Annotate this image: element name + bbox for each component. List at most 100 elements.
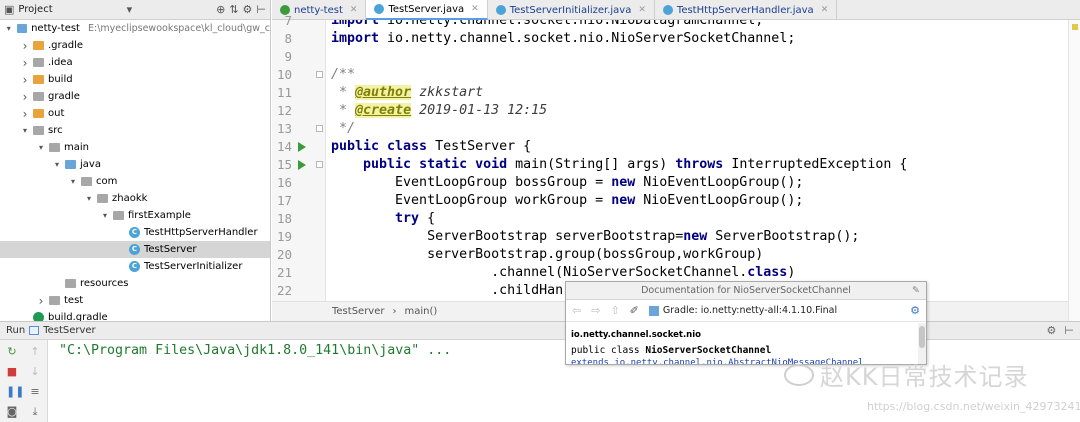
close-icon[interactable]: ✕ bbox=[471, 4, 479, 14]
soft-wrap-icon[interactable]: ≡ bbox=[29, 386, 41, 398]
tree-item-firstexample[interactable]: ▾ firstExample bbox=[0, 207, 270, 224]
chevron-right-icon[interactable]: › bbox=[20, 56, 30, 70]
tree-item-gradle[interactable]: › gradle bbox=[0, 88, 270, 105]
gear-icon[interactable]: ⚙ bbox=[910, 304, 920, 317]
gear-icon[interactable]: ⚙ bbox=[243, 3, 253, 16]
chevron-down-icon[interactable]: ▾ bbox=[4, 24, 14, 33]
code-line[interactable]: /** bbox=[331, 66, 355, 84]
pause-icon[interactable]: ❚❚ bbox=[6, 386, 24, 398]
code-line[interactable]: public static void main(String[] args) t… bbox=[331, 156, 907, 174]
tree-item-label: TestServerInitializer bbox=[144, 261, 243, 272]
run-gutter-icon[interactable] bbox=[298, 142, 306, 152]
collapse-all-icon[interactable]: ⇅ bbox=[229, 3, 238, 16]
gradle-icon bbox=[33, 312, 44, 321]
tree-item-com[interactable]: ▾ com bbox=[0, 173, 270, 190]
code-line[interactable]: import io.netty.channel.socket.nio.NioSe… bbox=[331, 30, 795, 48]
chevron-right-icon[interactable]: › bbox=[36, 294, 46, 308]
close-icon[interactable]: ✕ bbox=[350, 5, 358, 15]
folder-icon bbox=[49, 143, 60, 152]
tree-item-netty-test[interactable]: ▾ netty-test E:\myeclipsewookspace\kl_clou… bbox=[0, 20, 270, 37]
chevron-down-icon[interactable]: ▾ bbox=[84, 194, 94, 203]
chevron-down-icon[interactable]: ▾ bbox=[52, 160, 62, 169]
watermark: 赵KK日常技术记录 bbox=[784, 357, 1028, 392]
tab-testserverinitializer[interactable]: TestServerInitializer.java ✕ bbox=[488, 0, 655, 20]
tree-item-src[interactable]: ▾ src bbox=[0, 122, 270, 139]
edit-source-icon[interactable]: ✐ bbox=[630, 304, 639, 317]
chevron-right-icon[interactable]: › bbox=[20, 107, 30, 121]
back-arrow-icon[interactable]: ⇦ bbox=[572, 304, 581, 317]
up-arrow-icon[interactable]: ↑ bbox=[29, 346, 41, 358]
chevron-down-icon: ▾ bbox=[126, 3, 133, 16]
tree-item-resources[interactable]: resources bbox=[0, 275, 270, 292]
tab-testhttpserverhandler[interactable]: TestHttpServerHandler.java ✕ bbox=[655, 0, 838, 20]
folder-icon bbox=[33, 92, 44, 101]
tree-item-gradle[interactable]: › .gradle bbox=[0, 37, 270, 54]
tab-testserver[interactable]: TestServer.java ✕ bbox=[366, 0, 488, 20]
line-number: 22 bbox=[276, 283, 292, 298]
doc-signature: public class NioServerSocketChannel bbox=[566, 340, 926, 356]
hide-icon[interactable]: ⊢ bbox=[1064, 324, 1074, 337]
tree-item-testserver[interactable]: C TestServer bbox=[0, 241, 270, 258]
fold-icon[interactable] bbox=[316, 161, 323, 168]
warning-marker-icon[interactable] bbox=[1072, 24, 1078, 30]
up-arrow-icon[interactable]: ⇧ bbox=[610, 304, 619, 317]
code-line[interactable]: import io.netty.channel.socket.nio.NioDa… bbox=[331, 20, 763, 30]
code-line[interactable]: ServerBootstrap serverBootstrap=new Serv… bbox=[331, 228, 859, 246]
down-arrow-icon[interactable]: ↓ bbox=[29, 366, 41, 378]
tree-item-build[interactable]: › build bbox=[0, 71, 270, 88]
hide-icon[interactable]: ⊢ bbox=[256, 3, 266, 16]
scroll-from-source-icon[interactable]: ⊕ bbox=[216, 3, 225, 16]
chevron-right-icon[interactable]: › bbox=[20, 73, 30, 87]
tree-item-testserverinitializer[interactable]: C TestServerInitializer bbox=[0, 258, 270, 275]
stop-icon[interactable]: ■ bbox=[6, 366, 18, 378]
chevron-down-icon[interactable]: ▾ bbox=[20, 126, 30, 135]
breadcrumb-class[interactable]: TestServer bbox=[332, 306, 385, 317]
forward-arrow-icon[interactable]: ⇨ bbox=[591, 304, 600, 317]
doc-scrollbar-thumb[interactable] bbox=[919, 326, 925, 348]
documentation-title: Documentation for NioServerSocketChannel bbox=[641, 285, 851, 296]
run-label[interactable]: Run bbox=[6, 325, 25, 336]
code-line[interactable]: .childHan bbox=[331, 282, 563, 300]
scroll-to-end-icon[interactable]: ⤓ bbox=[29, 406, 41, 418]
chevron-right-icon[interactable]: › bbox=[20, 90, 30, 104]
tree-item-zhaokk[interactable]: ▾ zhaokk bbox=[0, 190, 270, 207]
code-line[interactable]: EventLoopGroup workGroup = new NioEventL… bbox=[331, 192, 803, 210]
close-icon[interactable]: ✕ bbox=[821, 5, 829, 15]
code-line[interactable]: try { bbox=[331, 210, 435, 228]
module-path: E:\myeclipsewookspace\kl_cloud\gw_c bbox=[87, 23, 270, 34]
camera-icon[interactable]: ◙ bbox=[6, 406, 18, 418]
run-gutter-icon[interactable] bbox=[298, 160, 306, 170]
code-editor[interactable]: import io.netty.channel.socket.nio.NioDa… bbox=[327, 20, 1068, 301]
tree-item-label: TestServer bbox=[144, 244, 197, 255]
code-line[interactable]: public class TestServer { bbox=[331, 138, 531, 156]
fold-icon[interactable] bbox=[316, 125, 323, 132]
code-line[interactable]: * @create 2019-01-13 12:15 bbox=[331, 102, 547, 120]
code-line[interactable]: EventLoopGroup bossGroup = new NioEventL… bbox=[331, 174, 803, 192]
code-line[interactable]: .channel(NioServerSocketChannel.class) bbox=[331, 264, 795, 282]
run-config-name[interactable]: TestServer bbox=[43, 325, 96, 336]
project-view-selector[interactable]: ▣ Project ▾ bbox=[4, 3, 212, 16]
tree-item-java[interactable]: ▾ java bbox=[0, 156, 270, 173]
code-line[interactable]: * @author zkkstart bbox=[331, 84, 483, 102]
close-icon[interactable]: ✕ bbox=[638, 5, 646, 15]
fold-icon[interactable] bbox=[316, 71, 323, 78]
rerun-icon[interactable]: ↻ bbox=[6, 346, 18, 358]
pin-icon[interactable]: ✎ bbox=[912, 282, 920, 300]
tab-label: TestServerInitializer.java bbox=[509, 4, 632, 16]
chevron-right-icon[interactable]: › bbox=[20, 39, 30, 53]
gradle-library-text: Gradle: io.netty:netty-all:4.1.10.Final bbox=[662, 305, 838, 316]
tree-item-main[interactable]: ▾ main bbox=[0, 139, 270, 156]
tree-item-testhttpserverhandler[interactable]: C TestHttpServerHandler bbox=[0, 224, 270, 241]
chevron-down-icon[interactable]: ▾ bbox=[100, 211, 110, 220]
tree-item-test[interactable]: › test bbox=[0, 292, 270, 309]
chevron-down-icon[interactable]: ▾ bbox=[36, 143, 46, 152]
breadcrumb-method[interactable]: main() bbox=[405, 306, 438, 317]
code-line[interactable]: */ bbox=[331, 120, 355, 138]
tree-item-idea[interactable]: › .idea bbox=[0, 54, 270, 71]
editor-scrollbar[interactable] bbox=[1068, 20, 1080, 321]
tree-item-build-gradle[interactable]: build.gradle bbox=[0, 309, 270, 321]
code-line[interactable]: serverBootstrap.group(bossGroup,workGrou… bbox=[331, 246, 763, 264]
tree-item-out[interactable]: › out bbox=[0, 105, 270, 122]
chevron-down-icon[interactable]: ▾ bbox=[68, 177, 78, 186]
gear-icon[interactable]: ⚙ bbox=[1047, 324, 1057, 337]
